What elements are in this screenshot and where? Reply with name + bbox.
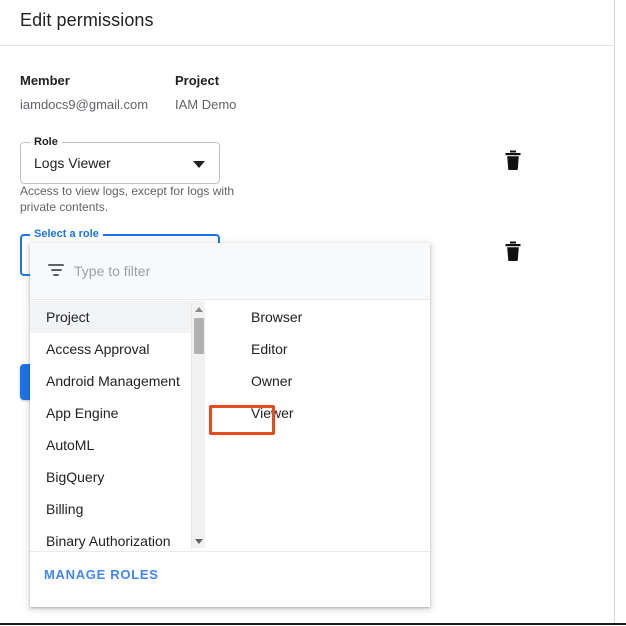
chevron-down-icon[interactable] [195, 539, 203, 544]
category-item[interactable]: BigQuery [30, 461, 205, 493]
delete-role-2-button[interactable] [504, 241, 522, 261]
role-dropdown-panel: Project Access Approval Android Manageme… [30, 243, 430, 607]
role-1-help-text: Access to view logs, except for logs wit… [20, 183, 250, 215]
category-item[interactable]: Android Management [30, 365, 205, 397]
page-title: Edit permissions [20, 10, 154, 31]
category-item[interactable]: App Engine [30, 397, 205, 429]
scrollbar-thumb[interactable] [194, 318, 204, 354]
filter-input[interactable] [74, 259, 404, 283]
chevron-down-icon [193, 161, 205, 168]
filter-icon [48, 264, 64, 278]
role-option[interactable]: Browser [235, 301, 430, 333]
role-select-2-label: Select a role [30, 228, 103, 241]
role-select-1-value: Logs Viewer [34, 155, 111, 171]
project-label: Project [175, 73, 219, 88]
category-item[interactable]: Access Approval [30, 333, 205, 365]
project-value: IAM Demo [175, 97, 236, 112]
category-item[interactable]: Billing [30, 493, 205, 525]
role-select-1-label: Role [30, 136, 62, 149]
manage-roles-link[interactable]: MANAGE ROLES [44, 567, 159, 582]
role-option-list[interactable]: Browser Editor Owner Viewer [235, 301, 430, 551]
role-category-list[interactable]: Project Access Approval Android Manageme… [30, 301, 205, 551]
header-divider [0, 45, 615, 46]
category-item[interactable]: Project [30, 301, 205, 333]
role-option-viewer[interactable]: Viewer [235, 397, 430, 429]
role-option[interactable]: Owner [235, 365, 430, 397]
screen-root: Edit permissions Member iamdocs9@gmail.c… [0, 0, 626, 626]
category-item[interactable]: AutoML [30, 429, 205, 461]
category-list-scrollbar[interactable] [191, 303, 205, 548]
member-value: iamdocs9@gmail.com [20, 97, 148, 112]
member-label: Member [20, 73, 70, 88]
delete-role-1-button[interactable] [504, 150, 522, 170]
role-select-1[interactable]: Role Logs Viewer [20, 142, 220, 184]
dropdown-footer-divider [30, 551, 430, 552]
page-bottom-border [0, 623, 626, 625]
category-item[interactable]: Binary Authorization [30, 525, 205, 551]
filter-row [30, 243, 430, 300]
chevron-up-icon[interactable] [195, 307, 203, 312]
role-option[interactable]: Editor [235, 333, 430, 365]
